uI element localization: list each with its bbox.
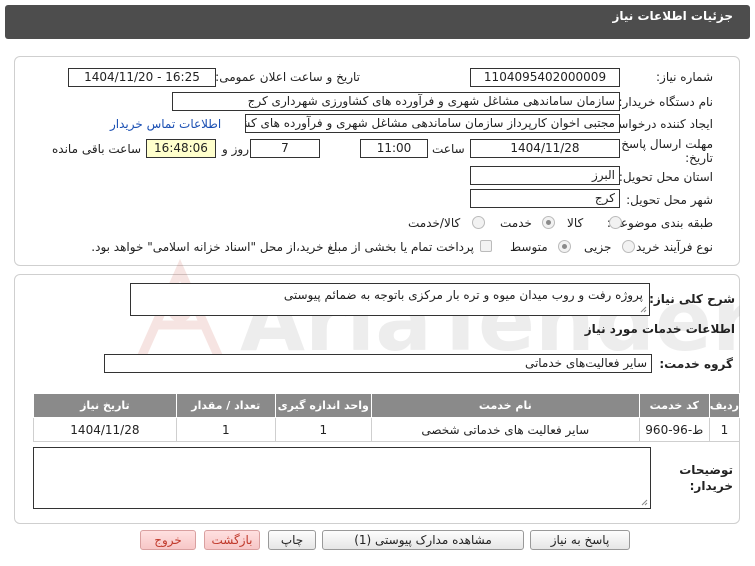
buyer-org-label: نام دستگاه خریدار: [618, 95, 714, 109]
view-attachments-button[interactable]: مشاهده مدارک پیوستی (1) [322, 530, 524, 550]
treasury-payment-checkbox[interactable] [480, 240, 492, 252]
column-header-service-name: نام خدمت [370, 393, 640, 418]
need-info-panel [14, 56, 740, 266]
category-option-goods: کالا [567, 216, 584, 230]
column-header-quantity: تعداد / مقدار [175, 393, 276, 418]
description-text: پروژه رفت و روب میدان میوه و تره بار مرک… [283, 288, 643, 302]
cell-service-name: سایر فعالیت های خدماتی شخصی [370, 417, 640, 442]
category-radio-goods-service[interactable] [472, 216, 485, 229]
category-option-service: خدمت [500, 216, 532, 230]
cell-unit: 1 [274, 417, 372, 442]
buyer-notes-label: توضیحات [679, 463, 733, 477]
service-group-field: سایر فعالیت‌های خدماتی [104, 354, 652, 373]
category-label: طبقه بندی موضوعی: [606, 216, 713, 230]
column-header-unit: واحد اندازه گیری [274, 393, 372, 418]
deadline-time-field: 11:00 [360, 139, 428, 158]
province-label: استان محل تحویل: [618, 170, 713, 184]
process-radio-minor[interactable] [622, 240, 635, 253]
category-option-goods-service: کالا/خدمت [408, 216, 461, 230]
table-row: 1 ط-96-960 سایر فعالیت های خدماتی شخصی 1… [33, 417, 741, 442]
back-button[interactable]: بازگشت [204, 530, 260, 550]
announce-date-label: تاریخ و ساعت اعلان عمومی: [215, 70, 360, 84]
city-field: کرج [470, 189, 620, 208]
description-label: شرح کلی نیاز: [649, 292, 735, 306]
print-button[interactable]: چاپ [268, 530, 316, 550]
cell-service-code: ط-96-960 [638, 417, 710, 442]
buyer-org-field: سازمان ساماندهی مشاغل شهری و فرآورده های… [172, 92, 620, 111]
cell-quantity: 1 [175, 417, 276, 442]
buyer-contact-link[interactable]: اطلاعات تماس خریدار [110, 117, 221, 131]
category-radio-service[interactable] [542, 216, 555, 229]
process-type-label: نوع فرآیند خرید : [628, 240, 713, 254]
page-title: جزئیات اطلاعات نیاز [612, 9, 733, 23]
deadline-date-field: 1404/11/28 [470, 139, 620, 158]
announce-date-field: 1404/11/20 - 16:25 [68, 68, 216, 87]
services-table: ردیف کد خدمت نام خدمت واحد اندازه گیری ت… [33, 393, 741, 442]
table-header-row: ردیف کد خدمت نام خدمت واحد اندازه گیری ت… [33, 393, 741, 418]
deadline-time-label: ساعت [432, 142, 465, 156]
remaining-time-field: 16:48:06 [146, 139, 216, 158]
deadline-date-label: تاریخ: [685, 151, 713, 165]
process-option-minor: جزیی [584, 240, 612, 254]
deadline-label: مهلت ارسال پاسخ: تا [606, 137, 713, 151]
need-number-field: 1104095402000009 [470, 68, 620, 87]
need-number-label: شماره نیاز: [656, 70, 713, 84]
resize-grip-icon[interactable] [641, 499, 648, 506]
requester-field: مجتبی اخوان کارپرداز سازمان ساماندهی مشا… [245, 114, 620, 133]
category-radio-goods[interactable] [609, 216, 622, 229]
province-field: البرز [470, 166, 620, 185]
column-header-row-no: ردیف [708, 393, 741, 418]
days-label: روز و [222, 142, 249, 156]
buyer-notes-label-2: خریدار: [689, 479, 733, 493]
cell-row-no: 1 [708, 417, 741, 442]
services-section-title: اطلاعات خدمات مورد نیاز [584, 322, 735, 336]
cell-need-date: 1404/11/28 [33, 417, 177, 442]
service-group-label: گروه خدمت: [659, 357, 733, 371]
process-radio-medium[interactable] [558, 240, 571, 253]
process-option-medium: متوسط [510, 240, 548, 254]
days-remaining-field: 7 [250, 139, 320, 158]
description-field: پروژه رفت و روب میدان میوه و تره بار مرک… [130, 283, 650, 316]
city-label: شهر محل تحویل: [626, 193, 713, 207]
column-header-need-date: تاریخ نیاز [33, 393, 177, 418]
column-header-service-code: کد خدمت [638, 393, 710, 418]
resize-grip-icon[interactable] [640, 306, 647, 313]
remaining-time-label: ساعت باقی مانده [52, 142, 142, 156]
reply-button[interactable]: پاسخ به نیاز [530, 530, 630, 550]
exit-button[interactable]: خروج [140, 530, 196, 550]
buyer-notes-field [33, 447, 651, 509]
treasury-payment-note: پرداخت تمام یا بخشی از مبلغ خرید،از محل … [91, 240, 474, 254]
